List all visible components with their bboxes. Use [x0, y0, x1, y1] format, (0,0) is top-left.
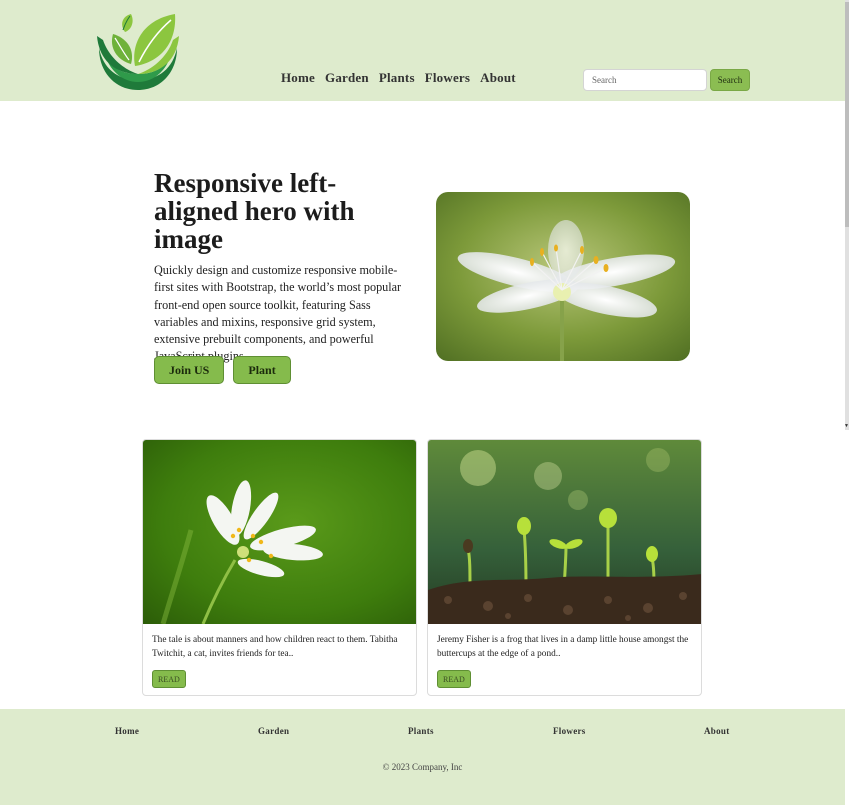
- search-input[interactable]: [583, 69, 707, 91]
- story-card-1: The tale is about manners and how childr…: [142, 439, 417, 696]
- footer-link-plants[interactable]: Plants: [408, 726, 434, 736]
- card-2-read-button[interactable]: READ: [437, 670, 471, 688]
- hero-title: Responsive left-aligned hero with image: [154, 168, 355, 254]
- join-us-button[interactable]: Join US: [154, 356, 225, 384]
- main-nav: Home Garden Plants Flowers About: [281, 70, 516, 86]
- hero-description: Quickly design and customize responsive …: [154, 263, 402, 364]
- search-button[interactable]: Search: [710, 69, 750, 91]
- footer-link-home[interactable]: Home: [115, 726, 139, 736]
- story-card-2: Jeremy Fisher is a frog that lives in a …: [427, 439, 702, 696]
- nav-link-home[interactable]: Home: [281, 70, 315, 86]
- search-form: Search: [583, 69, 750, 91]
- copyright-text: © 2023 Company, Inc: [382, 762, 463, 772]
- nav-link-garden[interactable]: Garden: [325, 70, 369, 86]
- hero-actions: Join US Plant: [154, 356, 291, 384]
- card-1-text: The tale is about manners and how childr…: [152, 635, 398, 659]
- footer-link-flowers[interactable]: Flowers: [553, 726, 586, 736]
- scrollbar-thumb[interactable]: [845, 2, 849, 227]
- white-flower-image: [143, 440, 416, 625]
- site-footer: Home Garden Plants Flowers About © 2023 …: [0, 709, 845, 805]
- footer-link-about[interactable]: About: [704, 726, 730, 736]
- plant-button[interactable]: Plant: [233, 356, 291, 384]
- seedlings-image: [428, 440, 701, 624]
- scroll-down-arrow-icon[interactable]: ▼: [844, 424, 849, 430]
- hero-flower-image: [436, 192, 690, 361]
- nav-link-flowers[interactable]: Flowers: [425, 70, 470, 86]
- card-1-read-button[interactable]: READ: [152, 670, 186, 688]
- vertical-scrollbar[interactable]: ▼: [844, 0, 849, 430]
- nav-link-about[interactable]: About: [480, 70, 516, 86]
- site-header: Home Garden Plants Flowers About Search: [0, 0, 845, 101]
- card-2-text: Jeremy Fisher is a frog that lives in a …: [437, 635, 689, 659]
- footer-link-garden[interactable]: Garden: [258, 726, 289, 736]
- nav-link-plants[interactable]: Plants: [379, 70, 415, 86]
- plant-logo-icon[interactable]: [95, 10, 181, 92]
